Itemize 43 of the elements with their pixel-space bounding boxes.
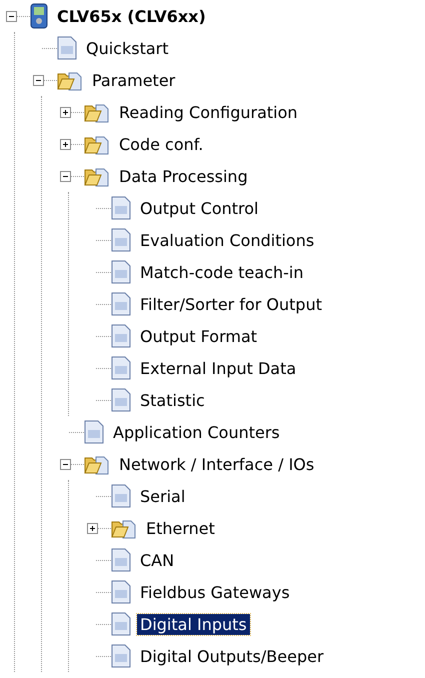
tree-item[interactable]: Code conf. (116, 134, 206, 154)
tree-item[interactable]: Match-code teach-in (137, 262, 306, 282)
collapse-icon[interactable] (60, 170, 71, 182)
tree-item[interactable]: Network / Interface / IOs (116, 454, 318, 474)
document-icon (111, 612, 131, 636)
tree-item[interactable]: Serial (137, 486, 188, 506)
document-icon (111, 196, 131, 220)
tree-item[interactable]: Digital Inputs (137, 614, 250, 634)
document-icon (111, 388, 131, 412)
expand-icon[interactable] (60, 138, 71, 150)
tree-item[interactable]: Filter/Sorter for Output (137, 294, 325, 314)
tree-item[interactable]: Data Processing (116, 166, 251, 186)
tree-item[interactable]: Statistic (137, 390, 208, 410)
collapse-icon[interactable] (60, 458, 71, 470)
document-icon (111, 548, 131, 572)
document-icon (111, 292, 131, 316)
document-icon (84, 420, 104, 444)
document-icon (111, 260, 131, 284)
tree-item[interactable]: Application Counters (110, 422, 283, 442)
document-icon (57, 36, 77, 60)
expand-icon[interactable] (87, 522, 98, 534)
tree-item[interactable]: Evaluation Conditions (137, 230, 318, 250)
tree-item[interactable]: Reading Configuration (116, 102, 301, 122)
document-icon (111, 324, 131, 348)
collapse-icon[interactable] (33, 74, 44, 86)
tree-item[interactable]: Fieldbus Gateways (137, 582, 293, 602)
tree-item[interactable]: Parameter (89, 70, 178, 90)
tree-item[interactable]: Digital Outputs/Beeper (137, 646, 327, 666)
document-icon (111, 484, 131, 508)
tree-item[interactable]: Output Format (137, 326, 260, 346)
document-icon (111, 644, 131, 668)
device-icon (30, 3, 48, 29)
tree-item[interactable]: External Input Data (137, 358, 300, 378)
tree-item[interactable]: CLV65x (CLV6xx) (54, 6, 209, 26)
document-icon (111, 228, 131, 252)
collapse-icon[interactable] (6, 10, 17, 22)
document-icon (111, 356, 131, 380)
tree-item[interactable]: Output Control (137, 198, 262, 218)
tree-item[interactable]: Ethernet (143, 518, 218, 538)
tree-item[interactable]: CAN (137, 550, 178, 570)
document-icon (111, 580, 131, 604)
expand-icon[interactable] (60, 106, 71, 118)
tree-item[interactable]: Quickstart (83, 38, 172, 58)
